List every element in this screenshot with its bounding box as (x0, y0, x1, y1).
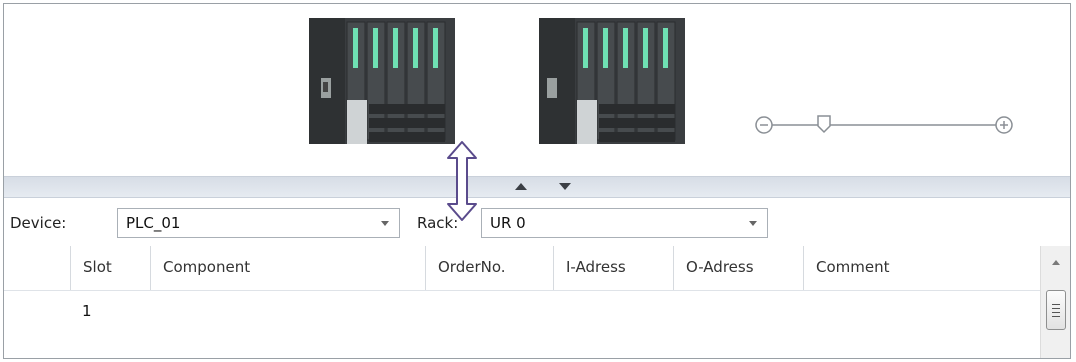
device-combobox[interactable]: PLC_01 (117, 208, 400, 238)
rack-preview-area (4, 4, 1070, 176)
column-header-iaddress[interactable]: I-Adress (553, 246, 673, 290)
scroll-up-icon[interactable] (1052, 260, 1060, 265)
chevron-down-icon[interactable] (381, 221, 389, 226)
chevron-down-icon[interactable] (749, 221, 757, 226)
hardware-config-panel: Device: PLC_01 Rack: UR 0 Slot Component… (3, 3, 1071, 359)
table-body: 1 (4, 291, 1040, 358)
table-row[interactable]: 1 (4, 291, 1040, 329)
resize-cursor-icon (444, 140, 480, 222)
vertical-scrollbar[interactable] (1040, 246, 1070, 358)
device-value: PLC_01 (126, 214, 181, 232)
zoom-slider-thumb[interactable] (817, 115, 831, 134)
scroll-thumb[interactable] (1046, 290, 1066, 330)
zoom-control (754, 112, 1016, 138)
slot-cell[interactable]: 1 (82, 302, 92, 320)
column-header-select[interactable] (4, 246, 70, 290)
column-header-slot[interactable]: Slot (70, 246, 150, 290)
column-header-comment[interactable]: Comment (803, 246, 1040, 290)
device-selector-row: Device: PLC_01 Rack: UR 0 (4, 204, 1070, 244)
splitter-bar[interactable] (4, 176, 1070, 198)
column-header-component[interactable]: Component (150, 246, 425, 290)
device-label: Device: (10, 214, 67, 232)
plc-rack-image[interactable] (309, 18, 455, 144)
splitter-up-arrow[interactable] (515, 183, 527, 190)
zoom-out-icon[interactable] (755, 116, 773, 134)
splitter-down-arrow[interactable] (559, 183, 571, 190)
column-header-orderno[interactable]: OrderNo. (425, 246, 553, 290)
rack-combobox[interactable]: UR 0 (481, 208, 768, 238)
rack-value: UR 0 (490, 214, 526, 232)
column-header-oaddress[interactable]: O-Adress (673, 246, 803, 290)
table-header: Slot Component OrderNo. I-Adress O-Adres… (4, 246, 1040, 291)
plc-rack-image-2[interactable] (539, 18, 685, 144)
zoom-in-icon[interactable] (995, 116, 1013, 134)
